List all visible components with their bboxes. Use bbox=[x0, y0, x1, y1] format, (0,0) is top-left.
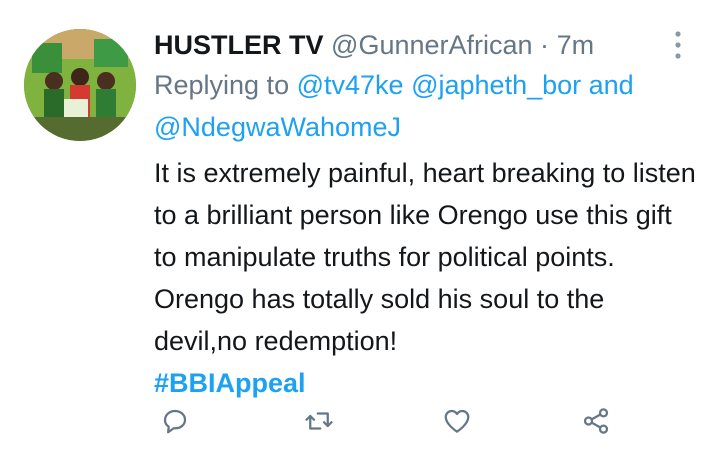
tweet-time[interactable]: 7m bbox=[557, 30, 595, 60]
mention-link[interactable]: @NdegwaWahomeJ bbox=[154, 112, 401, 142]
heart-icon bbox=[444, 409, 470, 433]
display-name[interactable]: HUSTLER TV bbox=[154, 30, 324, 60]
hashtag-link[interactable]: #BBIAppeal bbox=[154, 362, 699, 404]
like-button[interactable] bbox=[440, 404, 474, 438]
mention-link[interactable]: @tv47ke bbox=[297, 70, 404, 100]
more-vertical-icon[interactable] bbox=[674, 30, 682, 60]
tweet-content: HUSTLER TV @GunnerAfrican · 7m Replying … bbox=[154, 26, 699, 404]
tweet-card[interactable]: HUSTLER TV @GunnerAfrican · 7m Replying … bbox=[0, 0, 720, 464]
reply-icon bbox=[163, 409, 187, 434]
avatar-image bbox=[24, 29, 136, 141]
retweet-button[interactable] bbox=[302, 404, 336, 438]
user-handle[interactable]: @GunnerAfrican bbox=[331, 30, 533, 60]
avatar[interactable] bbox=[24, 29, 136, 141]
separator-dot: · bbox=[540, 30, 550, 60]
retweet-icon bbox=[305, 412, 333, 430]
mention-and[interactable]: and bbox=[589, 70, 634, 100]
tweet-body: It is extremely painful, heart breaking … bbox=[154, 158, 696, 356]
share-button[interactable] bbox=[579, 404, 613, 438]
share-icon bbox=[583, 408, 609, 434]
tweet-actions bbox=[158, 404, 628, 440]
replying-to: Replying to @tv47ke @japheth_bor and @Nd… bbox=[154, 64, 699, 148]
tweet-header: HUSTLER TV @GunnerAfrican · 7m bbox=[154, 26, 699, 64]
reply-button[interactable] bbox=[158, 404, 192, 438]
replying-to-label: Replying to bbox=[154, 70, 290, 100]
mention-link[interactable]: @japheth_bor bbox=[411, 70, 581, 100]
